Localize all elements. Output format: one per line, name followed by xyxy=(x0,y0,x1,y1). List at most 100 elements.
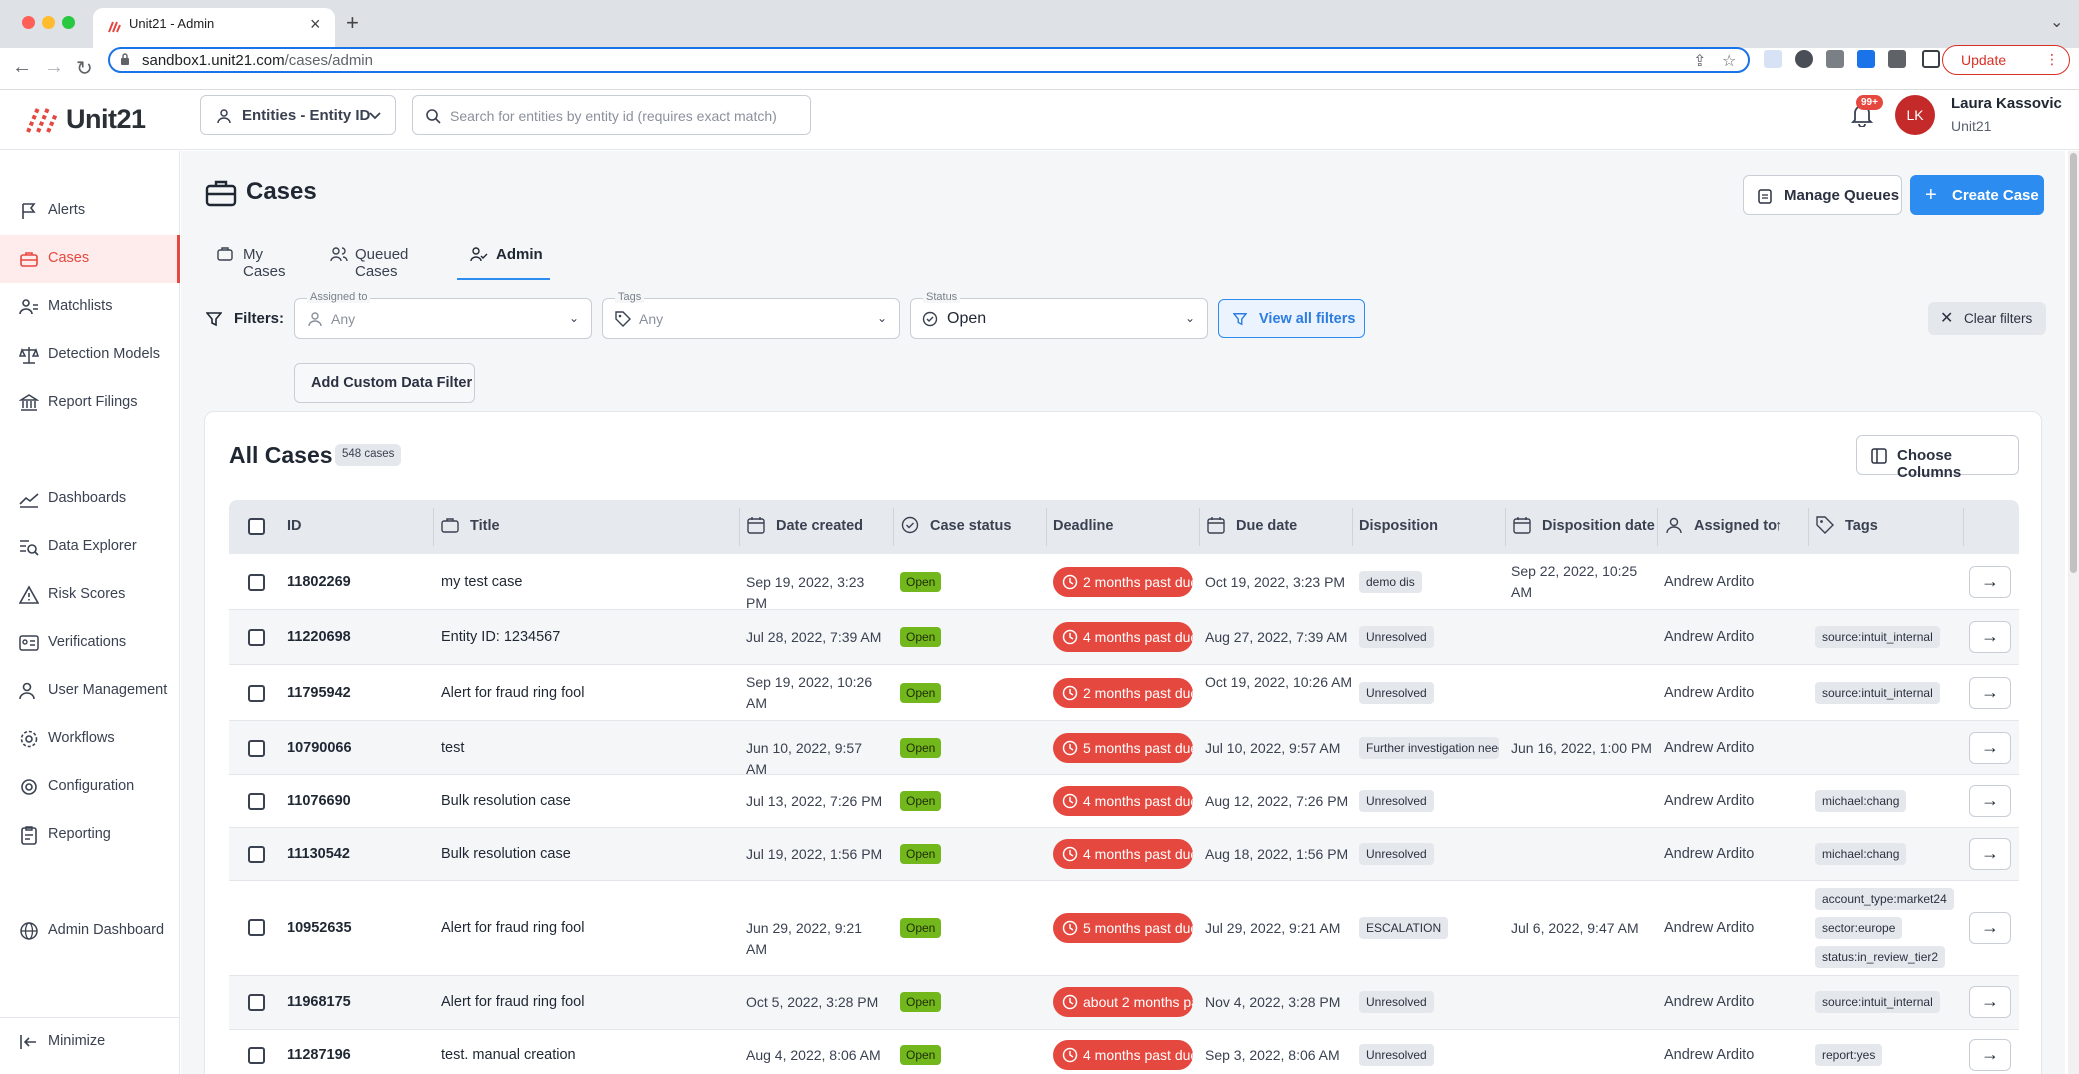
case-title[interactable]: Bulk resolution case xyxy=(441,846,571,862)
manage-queues-button[interactable]: Manage Queues xyxy=(1743,175,1902,215)
entity-type-selector[interactable]: Entities - Entity ID xyxy=(200,95,396,135)
case-id[interactable]: 10952635 xyxy=(287,920,352,936)
sidebar-item-verifications[interactable]: Verifications xyxy=(0,619,180,667)
case-id[interactable]: 11130542 xyxy=(287,846,350,862)
zoom-window-button[interactable] xyxy=(62,16,75,29)
open-case-arrow-button[interactable]: → xyxy=(1969,986,2011,1018)
row-checkbox[interactable] xyxy=(248,629,265,646)
download-icon[interactable] xyxy=(1857,50,1875,68)
extension-icon[interactable] xyxy=(1764,50,1782,68)
case-id[interactable]: 11795942 xyxy=(287,685,351,701)
case-id[interactable]: 11220698 xyxy=(287,629,351,645)
tab-my-cases[interactable]: My Cases xyxy=(216,242,308,280)
open-case-arrow-button[interactable]: → xyxy=(1969,732,2011,764)
open-case-arrow-button[interactable]: → xyxy=(1969,621,2011,653)
case-title[interactable]: test xyxy=(441,740,464,756)
bookmark-star-icon[interactable]: ☆ xyxy=(1722,51,1736,71)
back-button[interactable]: ← xyxy=(12,56,32,79)
table-row[interactable]: 11795942 Alert for fraud ring fool Sep 1… xyxy=(229,665,2019,721)
sidebar-item-matchlists[interactable]: Matchlists xyxy=(0,283,180,331)
column-header-id[interactable]: ID xyxy=(287,518,302,534)
sidebar-item-risk-scores[interactable]: Risk Scores xyxy=(0,571,180,619)
share-icon[interactable]: ⇪ xyxy=(1693,51,1706,71)
sort-ascending-icon[interactable]: ↑ xyxy=(1775,518,1782,534)
sidebar-item-admin-dashboard[interactable]: Admin Dashboard xyxy=(0,907,180,955)
assigned-to-filter[interactable]: Assigned to Any ⌄ xyxy=(294,291,592,339)
extension-gear-icon[interactable] xyxy=(1795,50,1813,68)
case-title[interactable]: Alert for fraud ring fool xyxy=(441,685,584,701)
choose-columns-button[interactable]: Choose Columns xyxy=(1856,435,2019,481)
open-case-arrow-button[interactable]: → xyxy=(1969,912,2011,944)
close-window-button[interactable] xyxy=(22,16,35,29)
sidebar-item-report-filings[interactable]: Report Filings xyxy=(0,379,180,427)
view-all-filters-button[interactable]: View all filters xyxy=(1218,299,1365,338)
reload-button[interactable]: ↻ xyxy=(76,56,93,81)
row-checkbox[interactable] xyxy=(248,994,265,1011)
browser-tab[interactable]: Unit21 - Admin × xyxy=(93,8,335,48)
row-checkbox[interactable] xyxy=(248,574,265,591)
entity-search-input[interactable]: Search for entities by entity id (requir… xyxy=(412,95,811,135)
sidebar-item-dashboards[interactable]: Dashboards xyxy=(0,475,180,523)
tab-queued-cases[interactable]: Queued Cases xyxy=(329,242,447,280)
user-name[interactable]: Laura Kassovic xyxy=(1951,95,2062,112)
case-title[interactable]: my test case xyxy=(441,574,522,590)
tab-admin[interactable]: Admin xyxy=(457,242,550,280)
add-custom-data-filter-button[interactable]: Add Custom Data Filter xyxy=(294,363,475,403)
column-header-disposition-date[interactable]: Disposition date xyxy=(1542,518,1655,534)
row-checkbox[interactable] xyxy=(248,846,265,863)
unit21-logo[interactable]: Unit21 xyxy=(26,102,156,136)
new-tab-button[interactable]: + xyxy=(346,10,359,36)
case-id[interactable]: 11076690 xyxy=(287,793,351,809)
column-header-due-date[interactable]: Due date xyxy=(1236,518,1297,534)
column-header-case-status[interactable]: Case status xyxy=(930,518,1011,534)
sidebar-item-reporting[interactable]: Reporting xyxy=(0,811,180,859)
sidebar-item-cases[interactable]: Cases xyxy=(0,235,180,283)
case-title[interactable]: Entity ID: 1234567 xyxy=(441,629,560,645)
row-checkbox[interactable] xyxy=(248,740,265,757)
user-avatar[interactable]: LK xyxy=(1895,95,1935,135)
row-checkbox[interactable] xyxy=(248,1047,265,1064)
status-filter[interactable]: Status Open ⌄ xyxy=(910,291,1208,339)
table-row[interactable]: 11220698 Entity ID: 1234567 Jul 28, 2022… xyxy=(229,610,2019,665)
case-title[interactable]: Alert for fraud ring fool xyxy=(441,994,584,1010)
sidebar-item-data-explorer[interactable]: Data Explorer xyxy=(0,523,180,571)
sidebar-minimize[interactable]: Minimize xyxy=(0,1017,180,1065)
clear-filters-button[interactable]: ✕ Clear filters xyxy=(1928,302,2046,335)
scrollbar-thumb[interactable] xyxy=(2070,153,2077,573)
forward-button[interactable]: → xyxy=(44,56,64,79)
sidebar-item-configuration[interactable]: Configuration xyxy=(0,763,180,811)
update-button[interactable]: Update ⋮ xyxy=(1942,45,2070,75)
minimize-window-button[interactable] xyxy=(42,16,55,29)
column-header-disposition[interactable]: Disposition xyxy=(1359,518,1438,534)
sidebar-item-detection-models[interactable]: Detection Models xyxy=(0,331,180,379)
column-header-assigned-to[interactable]: Assigned to xyxy=(1694,518,1777,534)
puzzle-icon[interactable] xyxy=(1888,50,1906,68)
row-checkbox[interactable] xyxy=(248,919,265,936)
open-case-arrow-button[interactable]: → xyxy=(1969,838,2011,870)
case-title[interactable]: Bulk resolution case xyxy=(441,793,571,809)
table-row[interactable]: 10952635 Alert for fraud ring fool Jun 2… xyxy=(229,881,2019,976)
table-row[interactable]: 11968175 Alert for fraud ring fool Oct 5… xyxy=(229,976,2019,1030)
open-case-arrow-button[interactable]: → xyxy=(1969,1039,2011,1071)
case-title[interactable]: Alert for fraud ring fool xyxy=(441,920,584,936)
case-id[interactable]: 11802269 xyxy=(287,574,351,590)
case-id[interactable]: 11968175 xyxy=(287,994,351,1010)
table-row[interactable]: 11076690 Bulk resolution case Jul 13, 20… xyxy=(229,775,2019,828)
tab-close-icon[interactable]: × xyxy=(310,14,321,35)
sidepanel-icon[interactable] xyxy=(1922,50,1940,68)
create-case-button[interactable]: + Create Case xyxy=(1910,175,2044,215)
tags-filter[interactable]: Tags Any ⌄ xyxy=(602,291,900,339)
sidebar-item-workflows[interactable]: Workflows xyxy=(0,715,180,763)
table-row[interactable]: 11287196 test. manual creation Aug 4, 20… xyxy=(229,1030,2019,1074)
row-checkbox[interactable] xyxy=(248,685,265,702)
open-case-arrow-button[interactable]: → xyxy=(1969,785,2011,817)
sidebar-item-user-management[interactable]: User Management xyxy=(0,667,180,715)
sidebar-item-alerts[interactable]: Alerts xyxy=(0,187,180,235)
open-case-arrow-button[interactable]: → xyxy=(1969,677,2011,709)
tab-search-chevron-icon[interactable]: ⌄ xyxy=(2050,12,2063,32)
table-row[interactable]: 11130542 Bulk resolution case Jul 19, 20… xyxy=(229,828,2019,881)
table-row[interactable]: 11802269 my test case Sep 19, 2022, 3:23… xyxy=(229,554,2019,611)
column-header-date-created[interactable]: Date created xyxy=(776,518,863,534)
case-title[interactable]: test. manual creation xyxy=(441,1047,576,1063)
column-header-deadline[interactable]: Deadline xyxy=(1053,518,1113,534)
